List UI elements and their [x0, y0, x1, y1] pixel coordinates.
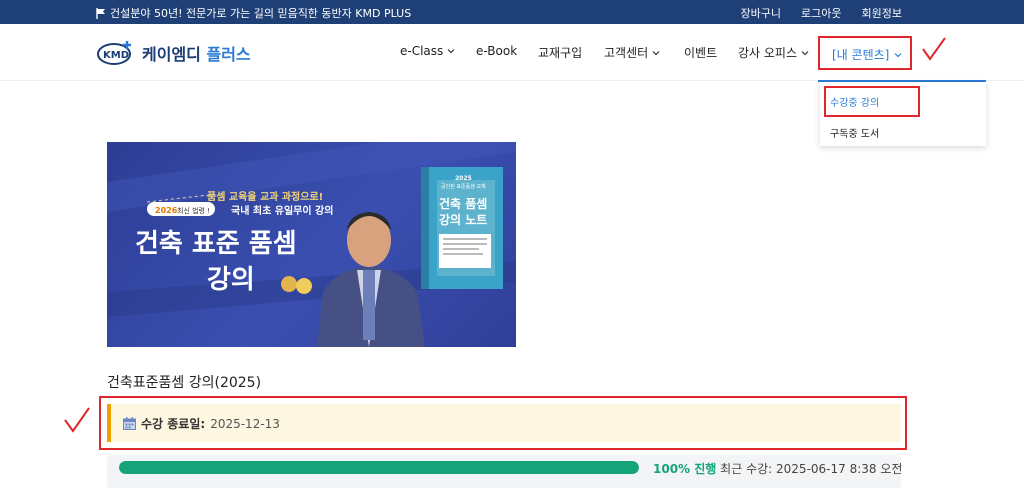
banner-slogan-line1: 품셈 교육을 교과 과정으로! — [207, 190, 323, 203]
dropdown-item-subscribed-books[interactable]: 구독중 도서 — [830, 125, 879, 140]
book-cover: 2025 공인된 표준품셈 교재 건축 품셈 강의 노트 — [421, 167, 503, 289]
nav-item-support[interactable]: 고객센터 — [604, 44, 660, 61]
logout-link[interactable]: 로그아웃 — [801, 5, 841, 21]
svg-text:건축 품셈: 건축 품셈 — [439, 196, 487, 211]
nav-item-eclass[interactable]: e-Class — [400, 44, 455, 58]
my-content-dropdown: 수강중 강의 구독중 도서 — [820, 82, 986, 146]
nav-item-my-content[interactable]: [내 콘텐츠] — [818, 36, 912, 70]
nav-item-textbook[interactable]: 교재구입 — [538, 44, 582, 61]
cart-link[interactable]: 장바구니 — [741, 5, 781, 21]
progress-bar-fill — [119, 461, 639, 474]
banner-headline-line2: 강의 — [207, 265, 255, 295]
svg-text:2026: 2026 — [155, 206, 178, 215]
top-notice-text: 건설분야 50년! 전문가로 가는 길의 믿음직한 동반자 KMD PLUS — [110, 7, 412, 20]
course-title: 건축표준품셈 강의(2025) — [107, 375, 262, 391]
course-progress: 100% 진행 최근 수강: 2025-06-17 8:38 오전 — [107, 455, 902, 488]
check-mark-icon — [64, 407, 90, 433]
check-mark-icon — [922, 37, 946, 61]
banner-badge: 2026 최신 법령 ! — [147, 202, 215, 216]
dropdown-item-enrolled-courses[interactable]: 수강중 강의 — [830, 94, 879, 109]
flag-icon — [96, 7, 105, 19]
banner-artwork: 2026 최신 법령 ! 품셈 교육을 교과 과정으로! 국내 최초 유일무이 … — [107, 142, 516, 347]
nav-item-instructor-office[interactable]: 강사 오피스 — [738, 44, 809, 61]
top-links: 장바구니 로그아웃 회원정보 — [741, 5, 902, 21]
nav-item-label: e-Class — [400, 44, 444, 58]
svg-text:최신 법령 !: 최신 법령 ! — [177, 206, 210, 215]
chevron-down-icon — [801, 50, 809, 55]
nav-item-label: 강사 오피스 — [738, 46, 798, 60]
chevron-down-icon — [894, 52, 902, 57]
nav-item-ebook[interactable]: e-Book — [476, 44, 517, 58]
nav-item-event[interactable]: 이벤트 — [684, 44, 717, 61]
svg-text:강의 노트: 강의 노트 — [439, 212, 487, 227]
svg-text:공인된 표준품셈 교재: 공인된 표준품셈 교재 — [441, 183, 486, 190]
top-notice-bar: 건설분야 50년! 전문가로 가는 길의 믿음직한 동반자 KMD PLUS 장… — [0, 0, 1024, 24]
nav-item-label: 이벤트 — [684, 46, 718, 60]
nav-item-label: 교재구입 — [538, 46, 583, 60]
progress-text: 100% 진행 최근 수강: 2025-06-17 8:38 오전 — [653, 460, 902, 477]
progress-percent: 100% 진행 — [653, 462, 717, 476]
course-banner-image[interactable]: 2026 최신 법령 ! 품셈 교육을 교과 과정으로! 국내 최초 유일무이 … — [107, 142, 516, 347]
nav-item-label: [내 콘텐츠] — [832, 48, 890, 62]
progress-bar — [119, 461, 639, 474]
member-info-link[interactable]: 회원정보 — [862, 5, 902, 21]
svg-text:2025: 2025 — [455, 175, 472, 182]
last-access-value: 2025-06-17 8:38 오전 — [776, 462, 903, 476]
banner-slogan-line2: 국내 최초 유일무이 강의 — [231, 204, 333, 217]
nav-item-label: 고객센터 — [604, 46, 649, 60]
chevron-down-icon — [447, 49, 455, 54]
nav-item-label: e-Book — [476, 44, 518, 58]
end-date-annotation-box — [99, 396, 907, 450]
chevron-down-icon — [652, 50, 660, 55]
top-notice: 건설분야 50년! 전문가로 가는 길의 믿음직한 동반자 KMD PLUS — [96, 5, 411, 21]
banner-headline-line1: 건축 표준 품셈 — [135, 229, 297, 259]
last-access-label: 최근 수강: — [720, 462, 773, 476]
